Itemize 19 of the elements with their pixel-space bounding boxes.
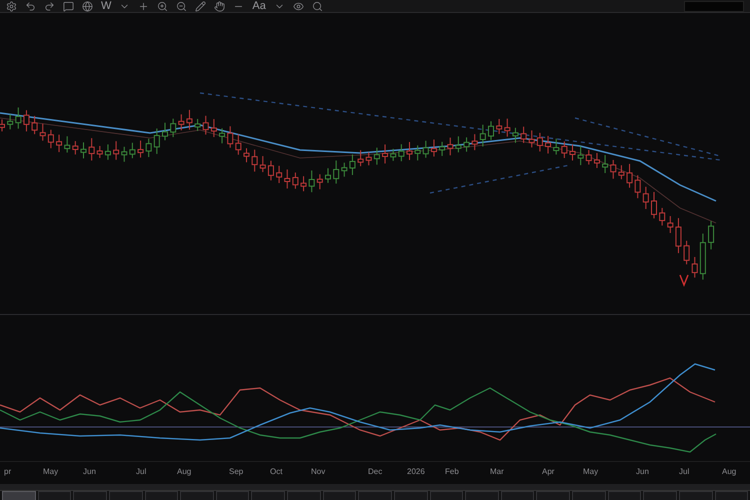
text-tool[interactable]: Aa (252, 0, 266, 12)
axis-label: Jun (636, 467, 649, 476)
axis-label: Oct (270, 467, 282, 476)
axis-label: Sep (229, 467, 244, 476)
axis-label: May (43, 467, 58, 476)
axis-label: Dec (368, 467, 382, 476)
axis-label: pr (4, 467, 12, 476)
axis-label: Nov (311, 467, 326, 476)
axis-label: 2026 (407, 467, 425, 476)
axis-label: Aug (722, 467, 736, 476)
axis-label: May (583, 467, 598, 476)
axis-label: Aug (177, 467, 192, 476)
axis-label: Mar (490, 467, 504, 476)
axis-label: Jun (83, 467, 96, 476)
axis-label: Feb (445, 467, 459, 476)
axis-label: Apr (542, 467, 554, 476)
interval-selector[interactable]: W (101, 0, 112, 12)
axis-label: Jul (679, 467, 690, 476)
axis-label: Jul (136, 467, 146, 476)
